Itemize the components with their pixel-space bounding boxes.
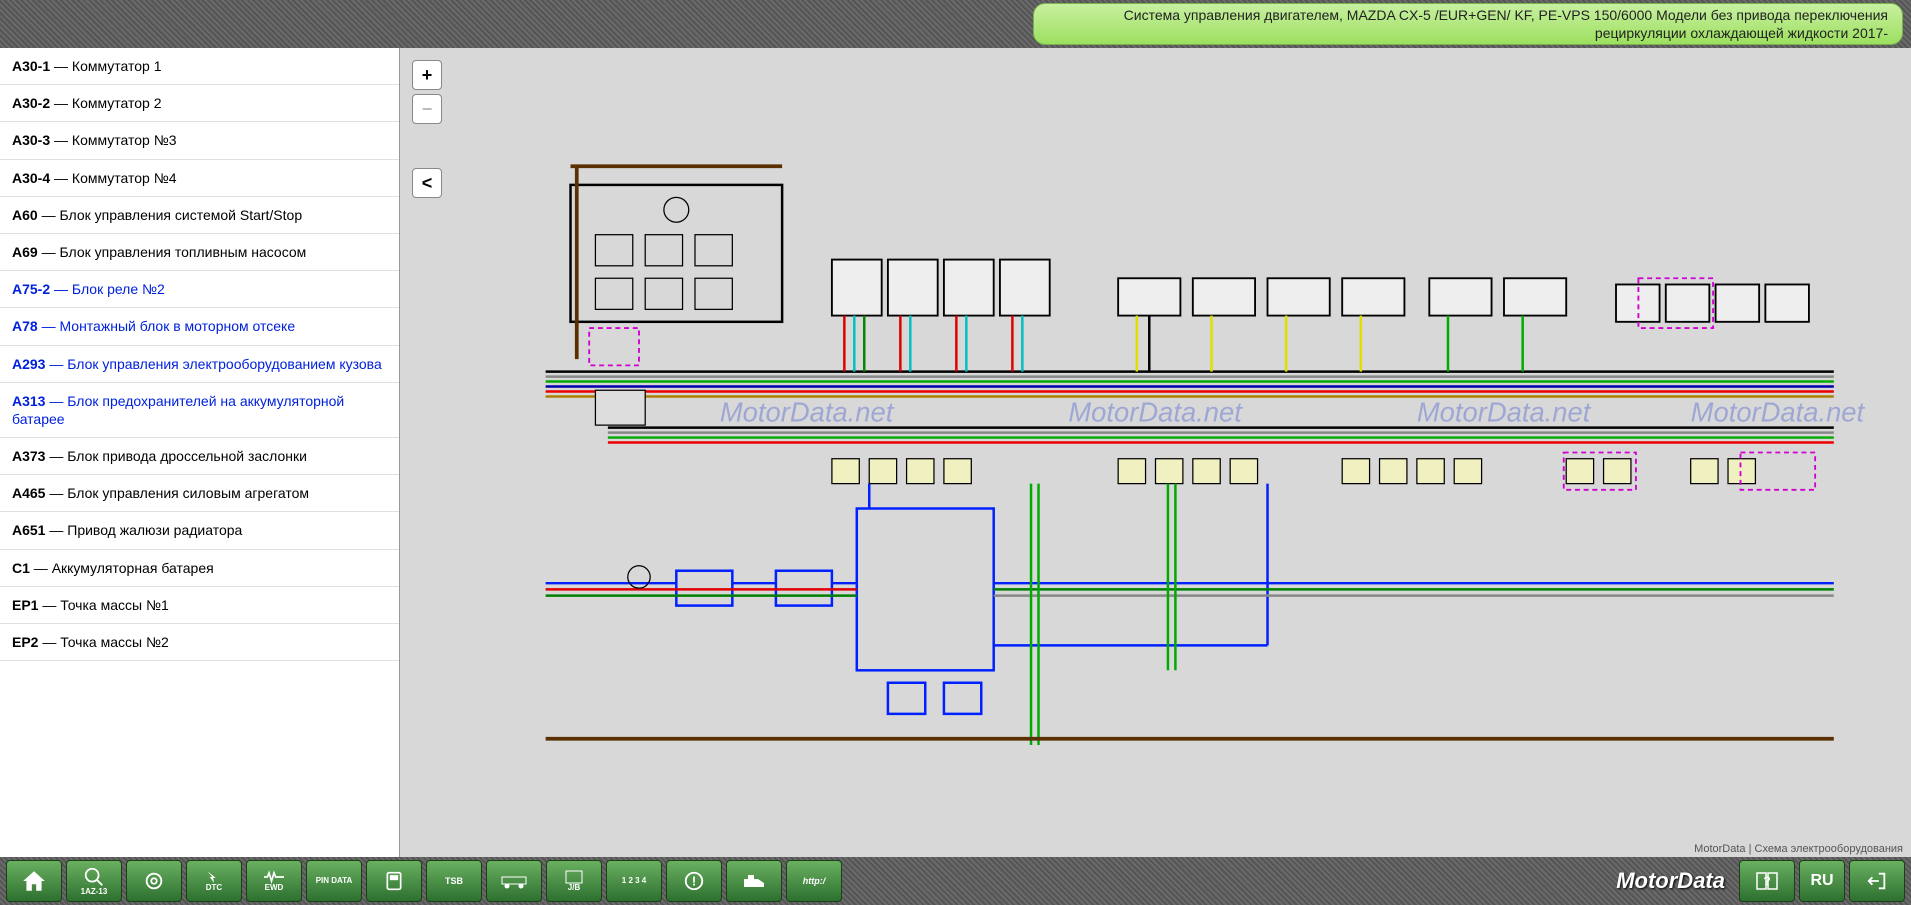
component-label: Блок управления силовым агрегатом — [67, 485, 309, 501]
component-code: EP1 — [12, 597, 38, 613]
component-code: A313 — [12, 393, 45, 409]
svg-text:MotorData.net: MotorData.net — [1417, 396, 1592, 427]
list-item[interactable]: A75-2 — Блок реле №2 — [0, 271, 399, 308]
list-item[interactable]: A69 — Блок управления топливным насосом — [0, 234, 399, 271]
component-label: Блок реле №2 — [72, 281, 165, 297]
component-code: C1 — [12, 560, 30, 576]
list-item[interactable]: A30-4 — Коммутатор №4 — [0, 160, 399, 197]
component-label: Точка массы №2 — [60, 634, 169, 650]
component-label: Блок управления системой Start/Stop — [59, 207, 302, 223]
component-code: A293 — [12, 356, 45, 372]
component-code: A30-3 — [12, 132, 50, 148]
oil-can-icon — [742, 873, 766, 889]
component-label: Блок привода дроссельной заслонки — [67, 448, 307, 464]
header-bar: Система управления двигателем, MAZDA CX-… — [0, 0, 1911, 48]
magnifier-icon — [83, 866, 105, 888]
component-code: A78 — [12, 318, 38, 334]
component-code: A75-2 — [12, 281, 50, 297]
component-code: A60 — [12, 207, 38, 223]
dtc-button[interactable]: DTC — [186, 860, 242, 902]
car-icon — [501, 873, 527, 889]
component-list[interactable]: A30-1 — Коммутатор 1A30-2 — Коммутатор 2… — [0, 48, 400, 857]
component-label: Блок управления электрооборудованием куз… — [67, 356, 382, 372]
home-button[interactable] — [6, 860, 62, 902]
svg-text:MotorData.net: MotorData.net — [1691, 396, 1866, 427]
wave-icon — [264, 870, 284, 884]
list-item[interactable]: A30-1 — Коммутатор 1 — [0, 48, 399, 85]
diagram-viewport[interactable]: + − < — [400, 48, 1911, 857]
language-button[interactable]: RU — [1799, 860, 1845, 902]
list-item[interactable]: EP2 — Точка массы №2 — [0, 624, 399, 661]
pulley-icon — [143, 870, 165, 892]
svg-text:?: ? — [1763, 874, 1770, 888]
svg-text:MotorData.net: MotorData.net — [720, 396, 895, 427]
exit-icon — [1866, 870, 1888, 892]
component-code: A30-2 — [12, 95, 50, 111]
engine-id-button[interactable]: 1AZ-13 — [66, 860, 122, 902]
tsb-button[interactable]: TSB — [426, 860, 482, 902]
list-item[interactable]: A313 — Блок предохранителей на аккумулят… — [0, 383, 399, 438]
component-code: A651 — [12, 522, 45, 538]
scan-button[interactable] — [366, 860, 422, 902]
component-label: Точка массы №1 — [60, 597, 169, 613]
component-code: A30-1 — [12, 58, 50, 74]
fuse-num-button[interactable]: 1 2 3 4 — [606, 860, 662, 902]
list-item[interactable]: C1 — Аккумуляторная батарея — [0, 550, 399, 587]
zoom-controls: + − < — [412, 60, 442, 198]
component-label: Коммутатор №4 — [72, 170, 177, 186]
list-item[interactable]: A30-2 — Коммутатор 2 — [0, 85, 399, 122]
list-item[interactable]: A30-3 — Коммутатор №3 — [0, 122, 399, 159]
book-help-icon: ? — [1755, 871, 1779, 891]
warning-light-button[interactable]: ! — [666, 860, 722, 902]
component-label: Привод жалюзи радиатора — [67, 522, 242, 538]
main-area: A30-1 — Коммутатор 1A30-2 — Коммутатор 2… — [0, 48, 1911, 857]
bolt-icon — [204, 870, 224, 884]
fuse-icon — [565, 870, 583, 884]
list-item[interactable]: EP1 — Точка массы №1 — [0, 587, 399, 624]
exit-button[interactable] — [1849, 860, 1905, 902]
component-label: Аккумуляторная батарея — [52, 560, 214, 576]
component-label: Блок управления топливным насосом — [59, 244, 306, 260]
list-item[interactable]: A78 — Монтажный блок в моторном отсеке — [0, 308, 399, 345]
warning-circle-icon: ! — [683, 870, 705, 892]
svg-text:MotorData.net: MotorData.net — [1068, 396, 1243, 427]
component-code: A69 — [12, 244, 38, 260]
list-item[interactable]: A293 — Блок управления электрооборудован… — [0, 346, 399, 383]
list-item[interactable]: A465 — Блок управления силовым агрегатом — [0, 475, 399, 512]
component-code: A373 — [12, 448, 45, 464]
zoom-out-button[interactable]: − — [412, 94, 442, 124]
component-label: Коммутатор 1 — [72, 58, 162, 74]
wiring-diagram[interactable]: MotorData.net MotorData.net MotorData.ne… — [400, 48, 1911, 857]
component-label: Коммутатор №3 — [72, 132, 177, 148]
fuse-jb-button[interactable]: J/B — [546, 860, 602, 902]
list-item[interactable]: A651 — Привод жалюзи радиатора — [0, 512, 399, 549]
list-item[interactable]: A60 — Блок управления системой Start/Sto… — [0, 197, 399, 234]
component-code: EP2 — [12, 634, 38, 650]
diagram-caption: MotorData | Схема электрооборудования — [1694, 843, 1903, 855]
pin-data-button[interactable]: PIN DATA — [306, 860, 362, 902]
scan-icon — [384, 871, 404, 891]
svg-text:!: ! — [692, 874, 696, 889]
footer-toolbar: 1AZ-13 DTC EWD PIN DATA TSB J/B 1 2 3 4 … — [0, 857, 1911, 905]
oil-button[interactable] — [726, 860, 782, 902]
http-button[interactable]: http:/ — [786, 860, 842, 902]
brand-label: MotorData — [1616, 868, 1725, 894]
collapse-sidebar-button[interactable]: < — [412, 168, 442, 198]
component-code: A30-4 — [12, 170, 50, 186]
component-code: A465 — [12, 485, 45, 501]
home-icon — [21, 868, 47, 894]
component-label: Монтажный блок в моторном отсеке — [59, 318, 295, 334]
vehicle-button[interactable] — [486, 860, 542, 902]
page-title: Система управления двигателем, MAZDA CX-… — [1033, 3, 1903, 45]
help-button[interactable]: ? — [1739, 860, 1795, 902]
ewd-button[interactable]: EWD — [246, 860, 302, 902]
component-label: Коммутатор 2 — [72, 95, 162, 111]
belt-button[interactable] — [126, 860, 182, 902]
zoom-in-button[interactable]: + — [412, 60, 442, 90]
list-item[interactable]: A373 — Блок привода дроссельной заслонки — [0, 438, 399, 475]
